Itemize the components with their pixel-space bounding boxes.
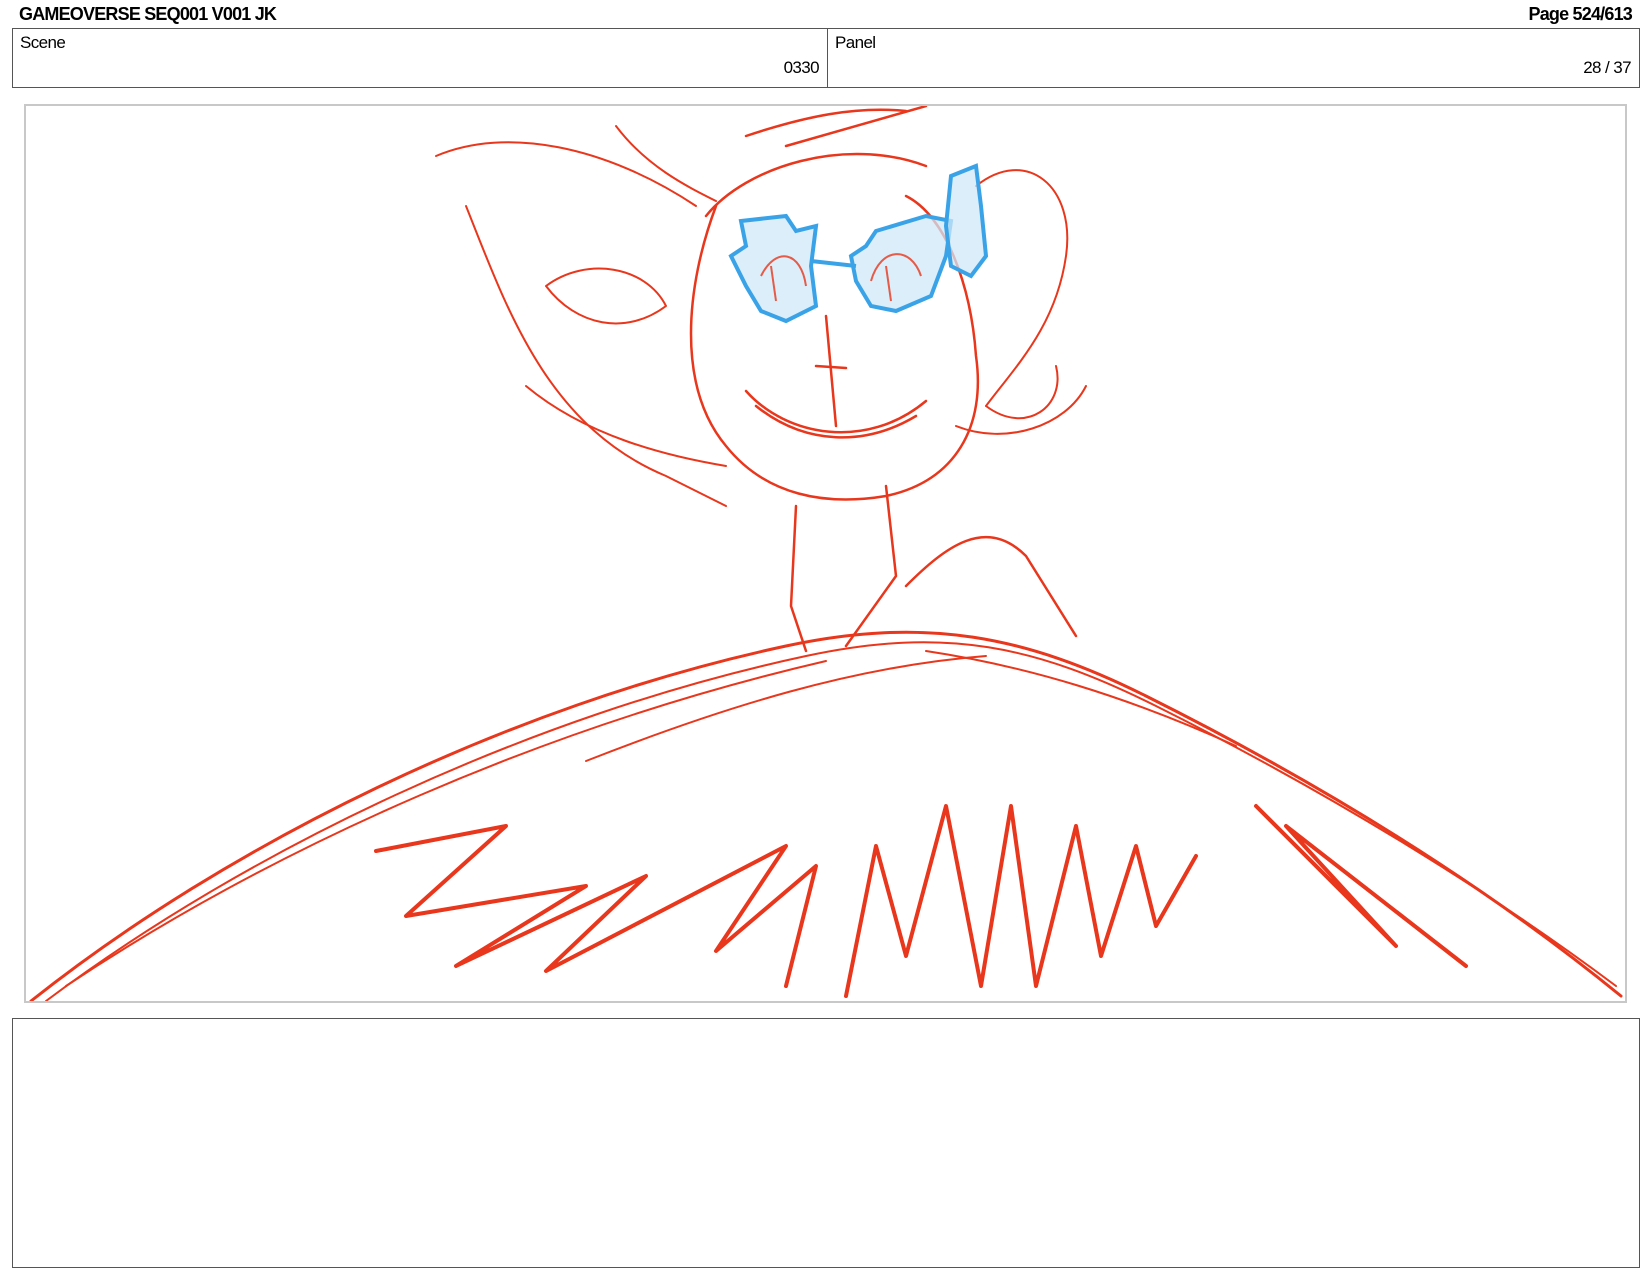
scene-number: 0330 (783, 58, 820, 77)
hair-sketch (435, 125, 1087, 507)
panel-number: 28 / 37 (1583, 58, 1631, 77)
head-sketch (689, 106, 980, 501)
storyboard-frame (24, 104, 1627, 1003)
scene-label: Scene (20, 33, 66, 52)
notes-box (12, 1018, 1640, 1268)
glasses-sketch (728, 163, 989, 324)
panel-label: Panel (835, 33, 876, 52)
page-number: Page 524/613 (1528, 4, 1633, 24)
body-sketch (29, 630, 1623, 1001)
fur-sketch (374, 804, 1468, 998)
document-title: GAMEOVERSE SEQ001 V001 JK (19, 4, 277, 24)
scene-cell: Scene 0330 (13, 29, 828, 87)
panel-cell: Panel 28 / 37 (828, 29, 1639, 87)
storyboard-sketch (29, 106, 1623, 1001)
neck-sketch (789, 484, 1078, 653)
scene-panel-info: Scene 0330 Panel 28 / 37 (12, 28, 1640, 88)
